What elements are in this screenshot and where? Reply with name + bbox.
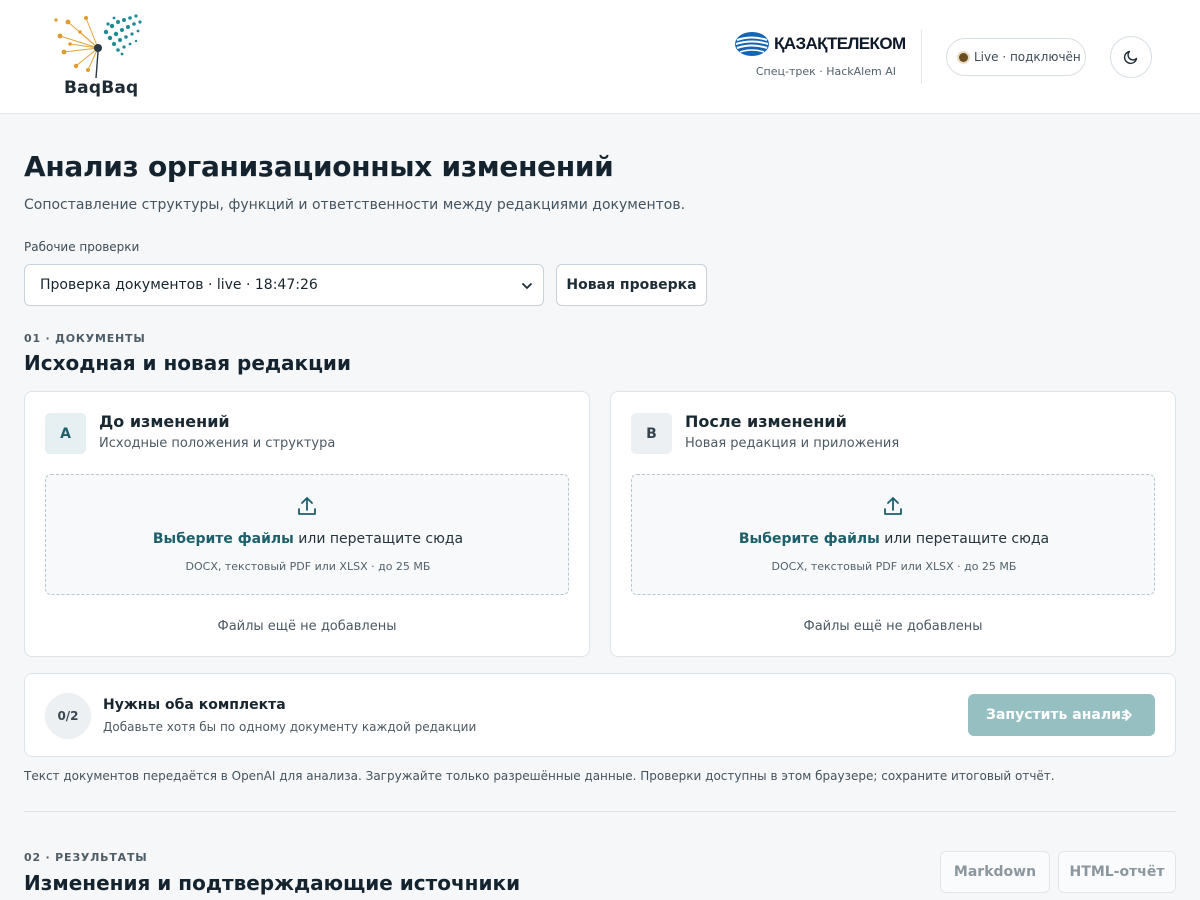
results-title: Изменения и подтверждающие источники [24, 871, 521, 895]
card-title: До изменений [99, 412, 230, 431]
files-counter: 0/2 [45, 693, 91, 739]
page-title: Анализ организационных изменений [24, 150, 614, 183]
live-status-text: Live · подключён [974, 50, 1081, 64]
status-dot-icon [959, 52, 968, 62]
chevron-right-icon [1125, 709, 1132, 721]
card-subtitle: Исходные положения и структура [99, 436, 336, 451]
status-subtitle: Добавьте хотя бы по одному документу каж… [103, 720, 477, 734]
status-title: Нужны оба комплекта [103, 697, 286, 713]
live-status-badge[interactable]: Live · подключён [946, 38, 1086, 76]
file-types-hint: DOCX, текстовый PDF или XLSX · до 25 МБ [185, 560, 431, 573]
edition-badge: A [45, 413, 86, 454]
check-select-value: Проверка документов · live · 18:47:26 [40, 277, 318, 293]
choose-files-link[interactable]: Выберите файлы [739, 531, 880, 547]
section-divider [24, 811, 1176, 812]
choose-files-link[interactable]: Выберите файлы [153, 531, 294, 547]
moon-icon [1123, 50, 1138, 65]
drop-instruction: Выберите файлы или перетащите сюда [632, 531, 1156, 547]
card-subtitle: Новая редакция и приложения [685, 436, 900, 451]
file-types-hint: DOCX, текстовый PDF или XLSX · до 25 МБ [771, 560, 1017, 573]
check-select[interactable]: Проверка документов · live · 18:47:26 [24, 264, 544, 306]
globe-icon [735, 32, 769, 56]
card-title: После изменений [685, 412, 847, 431]
theme-toggle-button[interactable] [1110, 36, 1152, 78]
run-analysis-button[interactable]: Запустить анализ [968, 694, 1155, 736]
documents-title: Исходная и новая редакции [24, 351, 351, 375]
dropzone-after[interactable]: Выберите файлы или перетащите сюда DOCX,… [631, 474, 1155, 595]
checks-label: Рабочие проверки [24, 240, 140, 254]
logo-text: BaqBaq [64, 78, 139, 98]
export-html-button[interactable]: HTML-отчёт [1058, 851, 1176, 893]
drop-instruction: Выберите файлы или перетащите сюда [46, 531, 570, 547]
run-analysis-label: Запустить анализ [986, 707, 1130, 723]
results-kicker: 02 · РЕЗУЛЬТАТЫ [24, 851, 148, 864]
dropzone-before[interactable]: Выберите файлы или перетащите сюда DOCX,… [45, 474, 569, 595]
upload-icon [298, 497, 316, 515]
baqbaq-logo[interactable]: BaqBaq [50, 12, 146, 104]
partner-name: ҚАЗАҚТЕЛЕКОМ [774, 34, 906, 53]
analysis-status-card: 0/2 Нужны оба комплекта Добавьте хотя бы… [24, 673, 1176, 757]
card-after: B После изменений Новая редакция и прило… [610, 391, 1176, 657]
privacy-disclaimer: Текст документов передаётся в OpenAI для… [24, 769, 1055, 783]
dandelion-logo-icon [54, 14, 142, 79]
app-header: BaqBaq ҚАЗАҚТЕЛЕКОМ Спец-трек · HackAlem… [0, 0, 1200, 114]
drop-text: или перетащите сюда [879, 531, 1050, 547]
card-before: A До изменений Исходные положения и стру… [24, 391, 590, 657]
export-markdown-button[interactable]: Markdown [940, 851, 1050, 893]
upload-icon [884, 497, 902, 515]
partner-subtitle: Спец-трек · HackAlem AI [755, 65, 896, 78]
no-files-text: Файлы ещё не добавлены [217, 619, 397, 634]
no-files-text: Файлы ещё не добавлены [803, 619, 983, 634]
edition-badge: B [631, 413, 672, 454]
drop-text: или перетащите сюда [293, 531, 464, 547]
partner-brand: ҚАЗАҚТЕЛЕКОМ Спец-трек · HackAlem AI [732, 30, 906, 86]
new-check-button[interactable]: Новая проверка [556, 264, 707, 306]
page-subtitle: Сопоставление структуры, функций и ответ… [24, 197, 686, 213]
header-divider [921, 30, 922, 84]
documents-kicker: 01 · ДОКУМЕНТЫ [24, 332, 146, 345]
chevron-down-icon [522, 283, 532, 289]
